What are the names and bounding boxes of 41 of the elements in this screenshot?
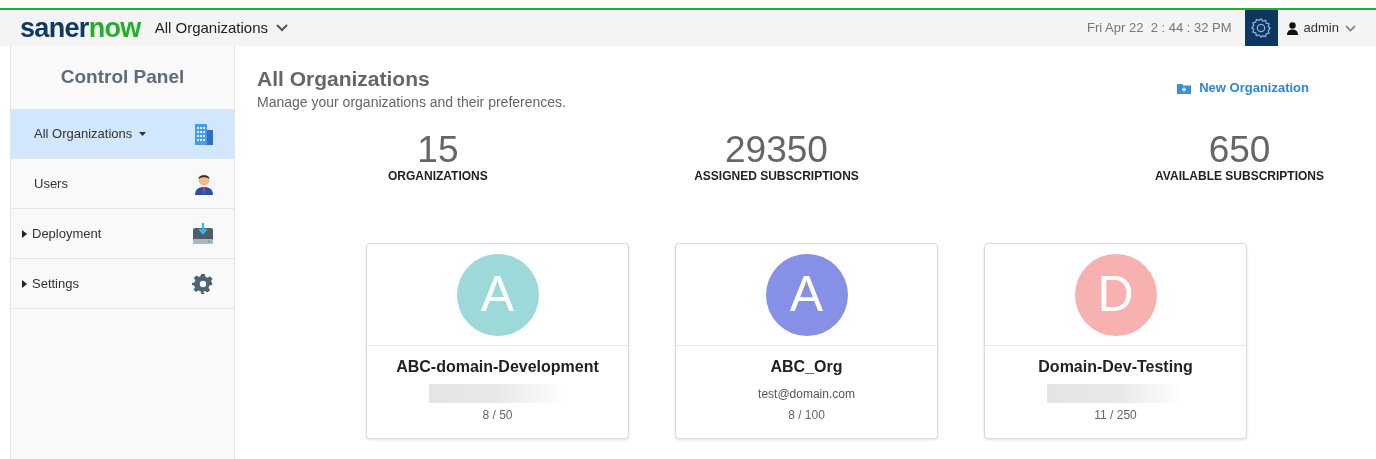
organization-card[interactable]: A ABC_Org test@domain.com 8 / 100 [675, 243, 938, 439]
organization-name: ABC_Org [770, 357, 843, 377]
organization-email: test@domain.com [758, 385, 855, 403]
organization-selector[interactable]: All Organizations [154, 16, 289, 40]
stat-label: ORGANIZATIONS [388, 168, 488, 185]
organization-name: Domain-Dev-Testing [1038, 357, 1193, 377]
organization-card[interactable]: A ABC-domain-Development 8 / 50 [366, 243, 629, 439]
stat-value: 650 [1208, 133, 1271, 167]
building-icon [194, 123, 214, 145]
drive-download-icon [192, 222, 214, 245]
expand-arrow-icon [22, 229, 27, 238]
organization-avatar: D [1074, 253, 1157, 336]
folder-plus-icon [1177, 82, 1192, 94]
date-time: Fri Apr 22 2 : 44 : 32 PM [1087, 19, 1232, 38]
saner-logo: sanernow [20, 14, 141, 42]
subscription-count: 11 / 250 [1094, 407, 1137, 424]
page-title: All Organizations [257, 66, 431, 92]
sidebar-title: Control Panel [59, 65, 186, 90]
stat-label: AVAILABLE SUBSCRIPTIONS [1155, 168, 1324, 185]
organization-avatar: A [765, 253, 848, 336]
user-icon [194, 172, 214, 195]
settings-button[interactable] [1244, 10, 1278, 46]
user-menu[interactable]: admin [1286, 18, 1356, 38]
stat-label: ASSIGNED SUBSCRIPTIONS [694, 168, 859, 185]
subscription-count: 8 / 50 [482, 407, 513, 424]
settings-icon [1250, 17, 1273, 39]
sidebar-item[interactable]: All Organizations [11, 109, 234, 159]
caret-icon [139, 132, 147, 136]
stat-value: 15 [417, 133, 459, 167]
new-organization-link[interactable]: New Organization [1177, 78, 1309, 98]
organization-card[interactable]: D Domain-Dev-Testing 11 / 250 [984, 243, 1247, 439]
user-icon [1286, 21, 1298, 35]
page-subtitle: Manage your organizations and their preferences. [257, 93, 566, 112]
gear-icon [192, 272, 214, 295]
stat-value: 29350 [725, 133, 828, 167]
chevron-down-icon [276, 24, 289, 32]
organization-avatar: A [456, 253, 539, 336]
organization-name: ABC-domain-Development [396, 357, 599, 377]
subscription-count: 8 / 100 [788, 407, 825, 424]
expand-arrow-icon [22, 279, 27, 288]
chevron-down-icon [1345, 24, 1356, 32]
